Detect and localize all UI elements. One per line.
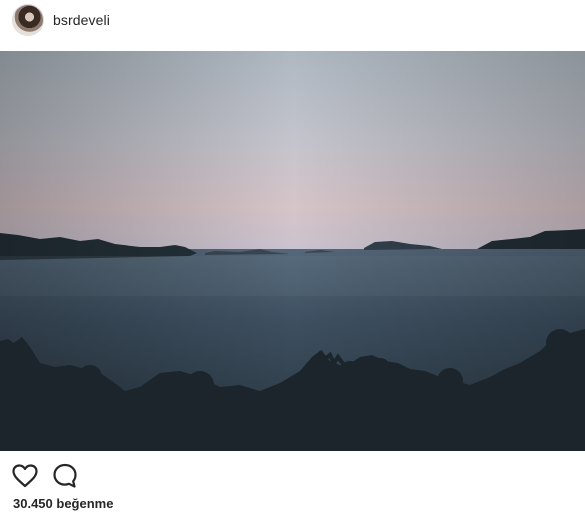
profile-avatar[interactable] — [13, 5, 43, 35]
post-header: bsrdeveli — [0, 0, 585, 50]
username-link[interactable]: bsrdeveli — [53, 12, 110, 28]
seascape-photo — [0, 51, 585, 451]
instagram-post: bsrdeveli 30.450 beğenme — [0, 0, 585, 518]
post-actions — [0, 458, 585, 492]
heart-icon — [12, 464, 38, 488]
likes-label: beğenme — [56, 496, 114, 511]
likes-number: 30.450 — [13, 496, 53, 511]
post-photo[interactable] — [0, 51, 585, 451]
likes-count[interactable]: 30.450 beğenme — [13, 496, 113, 511]
like-button[interactable] — [11, 462, 39, 490]
comment-bubble-icon — [53, 463, 77, 488]
comment-button[interactable] — [51, 462, 79, 490]
